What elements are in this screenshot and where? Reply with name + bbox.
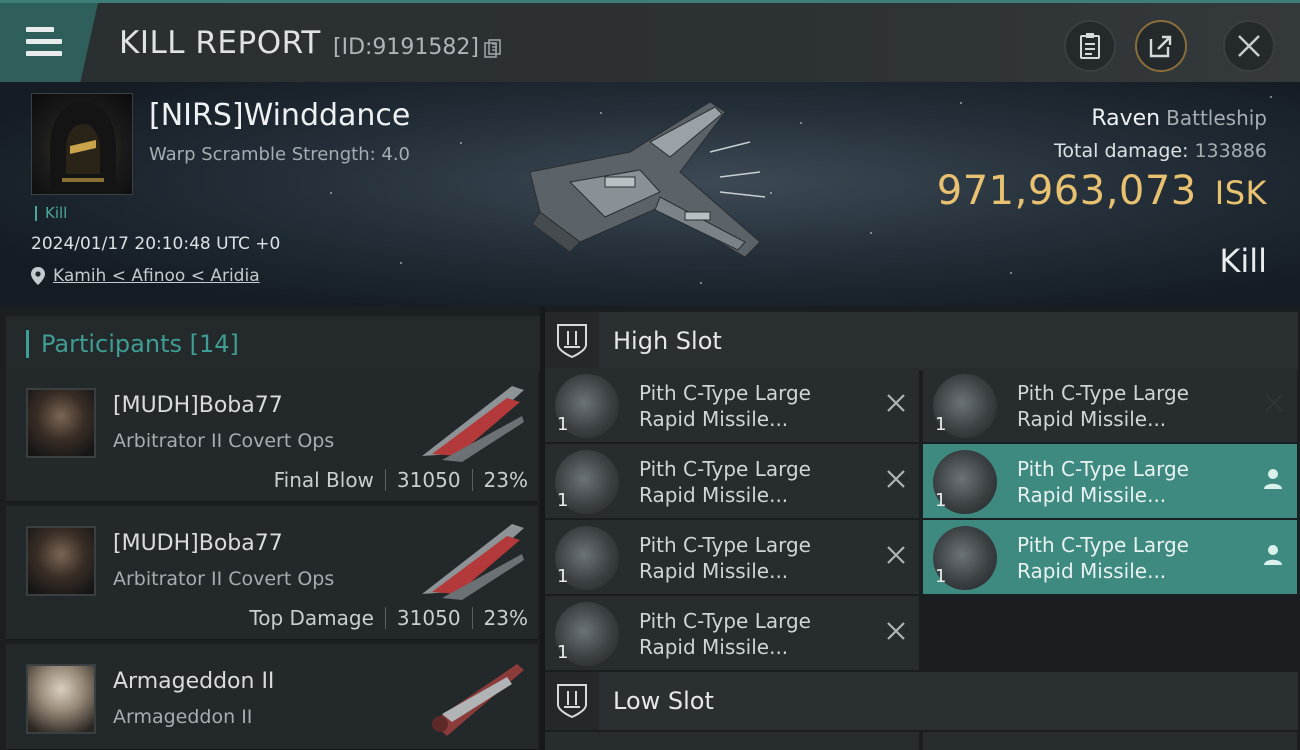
participant-portrait xyxy=(26,664,96,734)
module-card[interactable] xyxy=(545,732,919,750)
destroyed-icon xyxy=(887,546,905,564)
ship-name[interactable]: Raven xyxy=(1091,106,1160,131)
clipboard-button[interactable] xyxy=(1064,20,1116,72)
module-card-dropped[interactable]: 1 Pith C-Type Large Rapid Missile... xyxy=(923,444,1297,518)
participant-ship: Armageddon II xyxy=(113,706,253,728)
participant-name: [MUDH]Boba77 xyxy=(113,393,283,418)
location-pin-icon xyxy=(31,267,45,285)
participants-count: [14] xyxy=(189,330,239,358)
module-quantity: 1 xyxy=(935,490,947,511)
module-card[interactable] xyxy=(923,732,1297,750)
participant-ship-icon xyxy=(422,386,524,462)
module-name: Pith C-Type Large Rapid Missile... xyxy=(1017,457,1189,507)
share-button[interactable] xyxy=(1135,20,1187,72)
module-name: Pith C-Type Large Rapid Missile... xyxy=(639,533,811,583)
participant-ship: Arbitrator II Covert Ops xyxy=(113,568,335,590)
total-damage-label: Total damage: xyxy=(1054,140,1189,162)
module-card-dropped[interactable]: 1 Pith C-Type Large Rapid Missile... xyxy=(923,520,1297,594)
isk-amount: 971,963,073 xyxy=(936,168,1197,214)
location-link[interactable]: Kamih < Afinoo < Aridia xyxy=(53,266,260,286)
module-quantity: 1 xyxy=(935,566,947,587)
module-quantity: 1 xyxy=(557,414,569,435)
victim-panel: [NIRS]Winddance Warp Scramble Strength: … xyxy=(0,82,1300,306)
module-quantity: 1 xyxy=(935,414,947,435)
total-damage-value: 133886 xyxy=(1194,140,1267,162)
close-button[interactable] xyxy=(1223,20,1275,72)
participant-tag: Top Damage xyxy=(249,606,374,630)
participant-stats: Top Damage 31050 23% xyxy=(249,606,528,630)
participant-portrait xyxy=(26,526,96,596)
isk-unit: ISK xyxy=(1214,174,1267,212)
victim-ship-type: Raven Battleship xyxy=(1091,106,1267,131)
close-icon xyxy=(1238,35,1260,57)
participant-row[interactable]: Armageddon II Armageddon II xyxy=(6,644,538,750)
high-slot-label: High Slot xyxy=(613,327,722,355)
person-icon xyxy=(1264,545,1282,565)
isk-value: 971,963,073 ISK xyxy=(937,168,1267,214)
module-card[interactable]: 1 Pith C-Type Large Rapid Missile... xyxy=(545,444,919,518)
participants-panel: Participants [14] [MUDH]Boba77 Arbitrato… xyxy=(0,306,540,750)
person-icon xyxy=(1264,469,1282,489)
module-card[interactable]: 1 Pith C-Type Large Rapid Missile... xyxy=(923,368,1297,442)
victim-portrait[interactable] xyxy=(31,93,133,195)
share-icon xyxy=(1149,35,1172,58)
kill-tag: Kill xyxy=(35,206,67,221)
module-name: Pith C-Type Large Rapid Missile... xyxy=(1017,381,1189,431)
participant-name: [MUDH]Boba77 xyxy=(113,531,283,556)
menu-icon xyxy=(26,27,62,57)
kill-datetime: 2024/01/17 20:10:48 UTC +0 xyxy=(31,234,281,254)
low-slot-shield-icon xyxy=(545,672,599,730)
low-slot-label: Low Slot xyxy=(613,687,714,715)
module-quantity: 1 xyxy=(557,566,569,587)
result-label: Kill xyxy=(1219,242,1267,280)
destroyed-icon xyxy=(1265,394,1283,412)
page-title: KILL REPORT xyxy=(119,25,321,61)
participant-ship: Arbitrator II Covert Ops xyxy=(113,430,335,452)
high-slot-shield-icon xyxy=(545,312,599,370)
copy-icon[interactable] xyxy=(484,39,502,59)
menu-button[interactable] xyxy=(0,3,98,82)
ship-class: Battleship xyxy=(1166,106,1267,130)
fitting-panel: High Slot 1 Pith C-Type Large Rapid Missi… xyxy=(545,306,1300,750)
module-name: Pith C-Type Large Rapid Missile... xyxy=(639,609,811,659)
module-quantity: 1 xyxy=(557,490,569,511)
header-bar: KILL REPORT [ID:9191582] xyxy=(0,0,1300,82)
participant-stats: Final Blow 31050 23% xyxy=(274,468,528,492)
participant-damage: 31050 xyxy=(396,606,461,630)
destroyed-icon xyxy=(887,394,905,412)
participants-label: Participants xyxy=(41,330,182,358)
destroyed-icon xyxy=(887,622,905,640)
participant-portrait xyxy=(26,388,96,458)
kill-location[interactable]: Kamih < Afinoo < Aridia xyxy=(31,266,260,286)
participant-damage: 31050 xyxy=(396,468,461,492)
destroyed-icon xyxy=(887,470,905,488)
participant-row[interactable]: [MUDH]Boba77 Arbitrator II Covert Ops To… xyxy=(6,506,538,640)
warp-scramble-strength: Warp Scramble Strength: 4.0 xyxy=(149,144,411,165)
module-name: Pith C-Type Large Rapid Missile... xyxy=(1017,533,1189,583)
high-slot-header: High Slot xyxy=(545,312,1298,370)
module-quantity: 1 xyxy=(557,642,569,663)
participants-header[interactable]: Participants [14] xyxy=(6,316,540,372)
participant-row[interactable]: [MUDH]Boba77 Arbitrator II Covert Ops Fi… xyxy=(6,368,538,502)
participant-percent: 23% xyxy=(483,606,528,630)
module-card[interactable]: 1 Pith C-Type Large Rapid Missile... xyxy=(545,596,919,670)
module-card[interactable]: 1 Pith C-Type Large Rapid Missile... xyxy=(545,520,919,594)
participant-percent: 23% xyxy=(483,468,528,492)
victim-name[interactable]: [NIRS]Winddance xyxy=(149,98,410,133)
hooded-pilot-icon xyxy=(50,102,116,194)
victim-ship-image xyxy=(529,101,766,258)
low-slot-header: Low Slot xyxy=(545,672,1298,730)
participant-ship-icon xyxy=(432,664,524,736)
participant-name: Armageddon II xyxy=(113,669,275,694)
clipboard-icon xyxy=(1080,33,1100,59)
participant-ship-icon xyxy=(422,524,524,600)
module-card[interactable]: 1 Pith C-Type Large Rapid Missile... xyxy=(545,368,919,442)
report-id: [ID:9191582] xyxy=(333,35,479,60)
module-name: Pith C-Type Large Rapid Missile... xyxy=(639,381,811,431)
module-name: Pith C-Type Large Rapid Missile... xyxy=(639,457,811,507)
total-damage: Total damage: 133886 xyxy=(1054,140,1267,162)
participant-tag: Final Blow xyxy=(273,468,374,492)
